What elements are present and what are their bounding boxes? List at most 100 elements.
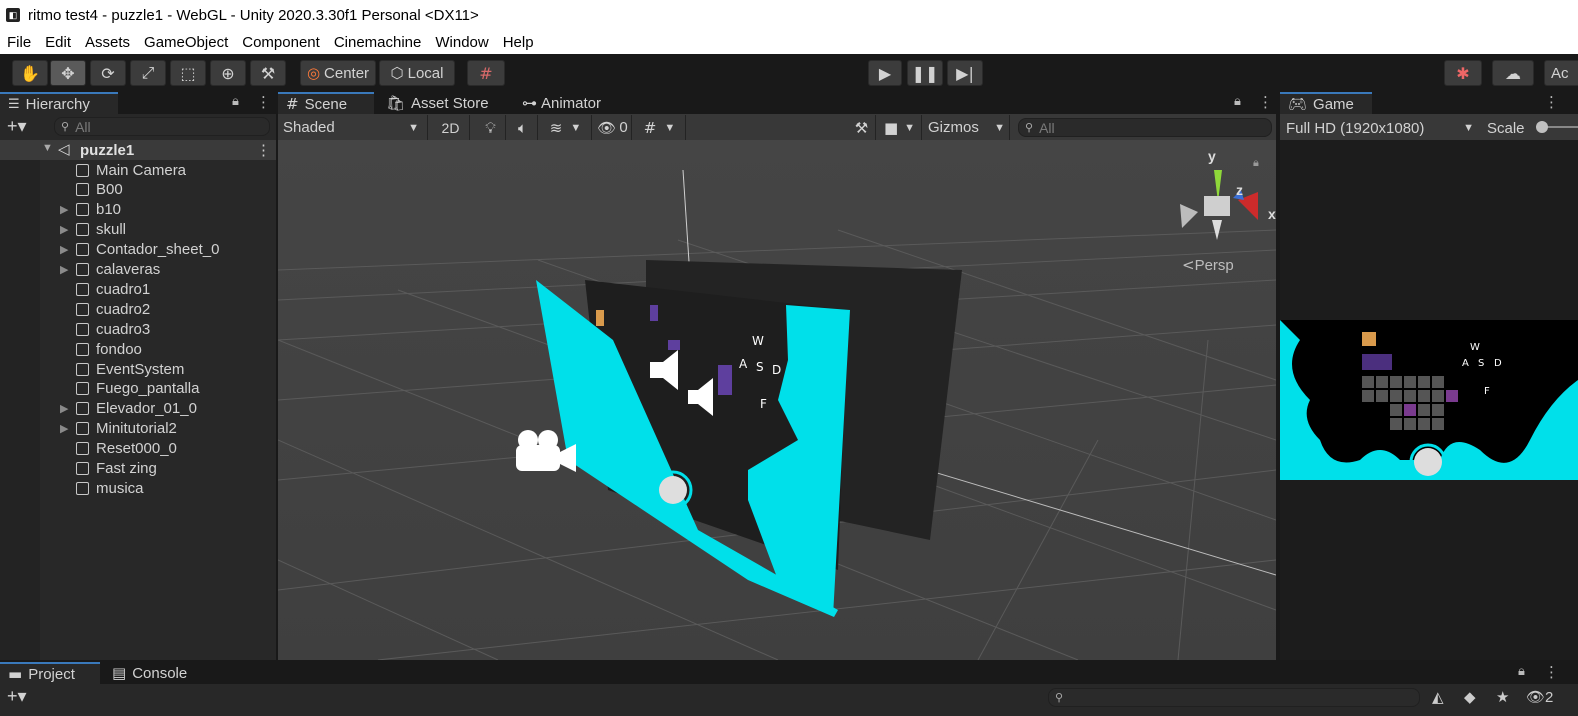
hand-tool-button[interactable]: ✋	[12, 60, 48, 86]
add-object-button[interactable]: +▾	[7, 116, 27, 137]
tab-hierarchy[interactable]: ☰ Hierarchy	[0, 92, 118, 114]
tab-console[interactable]: ▤ Console	[104, 662, 204, 684]
scene-row[interactable]: ▼ ◁ puzzle1 ⋮	[0, 140, 276, 160]
tab-project[interactable]: ▬ Project	[0, 662, 100, 684]
scale-slider-handle[interactable]	[1536, 121, 1548, 133]
chevron-down-icon: ▼	[664, 121, 676, 134]
custom-tool-button[interactable]: ⚒	[250, 60, 286, 86]
bottom-more-icon[interactable]: ⋮	[1544, 663, 1559, 681]
tab-asset-store[interactable]: 🛍︎ Asset Store	[378, 92, 498, 114]
gizmo-lock-icon[interactable]: 🔒︎	[1253, 156, 1259, 170]
menu-help[interactable]: Help	[496, 34, 541, 51]
projection-toggle[interactable]: <Persp	[1182, 256, 1234, 274]
perspective-icon: <	[1182, 256, 1195, 274]
project-search-input[interactable]: ⚲	[1048, 688, 1420, 707]
expand-arrow-icon[interactable]: ▶	[60, 263, 68, 276]
gizmos-dropdown[interactable]: Gizmos ▼	[924, 115, 1010, 140]
hierarchy-item[interactable]: Fast zing	[0, 459, 276, 479]
hierarchy-item[interactable]: B00	[0, 180, 276, 200]
menu-cinemachine[interactable]: Cinemachine	[327, 34, 429, 51]
shading-mode-dropdown[interactable]: Shaded ▼	[278, 115, 428, 140]
cloud-button[interactable]: ☁	[1492, 60, 1534, 86]
video-camera-icon: ■	[883, 118, 899, 137]
grid-dropdown[interactable]: # ▼	[634, 115, 686, 140]
hierarchy-item[interactable]: ▶ calaveras	[0, 260, 276, 280]
more-menu-icon[interactable]: ⋮	[256, 93, 271, 111]
expand-arrow-icon[interactable]: ▶	[60, 422, 68, 435]
expand-arrow-icon[interactable]: ▶	[60, 402, 68, 415]
play-button[interactable]: ▶	[868, 60, 902, 86]
expand-arrow-icon[interactable]: ▶	[60, 223, 68, 236]
tab-game[interactable]: 🎮︎ Game	[1280, 92, 1372, 114]
hierarchy-item[interactable]: ▶ Minitutorial2	[0, 419, 276, 439]
pivot-center-button[interactable]: ◎ Center	[300, 60, 376, 86]
transform-tool-button[interactable]: ⊕	[210, 60, 246, 86]
pivot-local-button[interactable]: ⬡ Local	[379, 60, 455, 86]
move-tool-button[interactable]: ✥	[50, 60, 86, 86]
scale-icon: ⤢	[141, 63, 155, 82]
pause-button[interactable]: ❚❚	[907, 60, 943, 86]
gameobject-cube-icon	[76, 422, 89, 436]
scene-more-icon[interactable]: ⋮	[256, 141, 271, 159]
scene-lock-icon[interactable]: 🔒︎	[1234, 94, 1241, 109]
hierarchy-item[interactable]: musica	[0, 478, 276, 498]
hierarchy-item[interactable]: cuadro2	[0, 299, 276, 319]
hierarchy-item[interactable]: Fuego_pantalla	[0, 379, 276, 399]
lock-icon[interactable]: 🔒︎	[232, 94, 239, 109]
hidden-objects-toggle[interactable]: 👁︎ 0	[594, 115, 632, 140]
grid-snap-icon: #	[479, 63, 493, 83]
gameobject-cube-icon	[76, 462, 89, 475]
game-more-icon[interactable]: ⋮	[1544, 93, 1559, 111]
camera-dropdown[interactable]: ■ ▼	[878, 115, 922, 140]
filter-by-type-icon[interactable]: ◭	[1432, 688, 1444, 706]
menu-component[interactable]: Component	[235, 34, 327, 51]
audio-toggle[interactable]: 🔈︎	[508, 115, 538, 140]
menu-assets[interactable]: Assets	[78, 34, 137, 51]
hierarchy-item[interactable]: ▶ Elevador_01_0	[0, 399, 276, 419]
effects-dropdown[interactable]: ≋ ▼	[540, 115, 592, 140]
tab-scene[interactable]: # Scene	[278, 92, 374, 114]
tab-animator[interactable]: ⊶ Animator	[514, 92, 614, 114]
game-view[interactable]: W A S D F	[1280, 320, 1578, 480]
hierarchy-item[interactable]: ▶ skull	[0, 220, 276, 240]
hierarchy-search-input[interactable]: ⚲ All	[54, 117, 270, 136]
scene-more-icon[interactable]: ⋮	[1258, 93, 1273, 111]
hierarchy-item[interactable]: EventSystem	[0, 359, 276, 379]
rotate-tool-button[interactable]: ⟳	[90, 60, 126, 86]
mode-2d-label: 2D	[441, 119, 460, 136]
gameobject-cube-icon	[76, 203, 89, 217]
expand-arrow-icon[interactable]: ▶	[60, 203, 68, 216]
collab-button[interactable]: ✱	[1444, 60, 1482, 86]
rect-tool-button[interactable]: ⬚	[170, 60, 206, 86]
step-button[interactable]: ▶|	[947, 60, 983, 86]
scale-tool-button[interactable]: ⤢	[130, 60, 166, 86]
hierarchy-item[interactable]: fondoo	[0, 339, 276, 359]
menu-window[interactable]: Window	[428, 34, 495, 51]
account-button[interactable]: Ac	[1544, 60, 1578, 86]
hierarchy-item[interactable]: ▶ Contador_sheet_0	[0, 240, 276, 260]
hierarchy-item[interactable]: cuadro3	[0, 319, 276, 339]
menu-edit[interactable]: Edit	[38, 34, 78, 51]
grid-snap-button[interactable]: #	[467, 60, 505, 86]
hierarchy-item-label: Main Camera	[96, 161, 187, 179]
expand-arrow-icon[interactable]: ▶	[60, 243, 68, 256]
lighting-toggle[interactable]: 💡︎	[476, 115, 506, 140]
hierarchy-item[interactable]: ▶ b10	[0, 200, 276, 220]
mode-2d-button[interactable]: 2D	[432, 115, 470, 140]
hierarchy-item[interactable]: cuadro1	[0, 279, 276, 299]
create-asset-button[interactable]: +▾	[7, 686, 27, 707]
scene-viewport[interactable]: W A S D F y x z 🔒︎ <Persp	[278, 140, 1276, 660]
menu-file[interactable]: File	[0, 34, 38, 51]
expand-arrow-icon[interactable]: ▼	[42, 142, 53, 154]
hierarchy-item[interactable]: Reset000_0	[0, 439, 276, 459]
hierarchy-item[interactable]: Main Camera	[0, 160, 276, 180]
menu-gameobject[interactable]: GameObject	[137, 34, 235, 51]
resolution-dropdown[interactable]: Full HD (1920x1080) ▼	[1282, 117, 1478, 139]
scene-search-input[interactable]: ⚲ All	[1018, 118, 1272, 137]
hidden-packages-toggle[interactable]: 👁︎2	[1526, 688, 1553, 706]
scene-tools-button[interactable]: ⚒	[848, 115, 876, 140]
gameobject-cube-icon	[76, 263, 89, 276]
filter-by-label-icon[interactable]: ◆	[1464, 688, 1476, 706]
favorites-star-icon[interactable]: ★	[1496, 688, 1509, 706]
bottom-lock-icon[interactable]: 🔒︎	[1518, 664, 1525, 679]
